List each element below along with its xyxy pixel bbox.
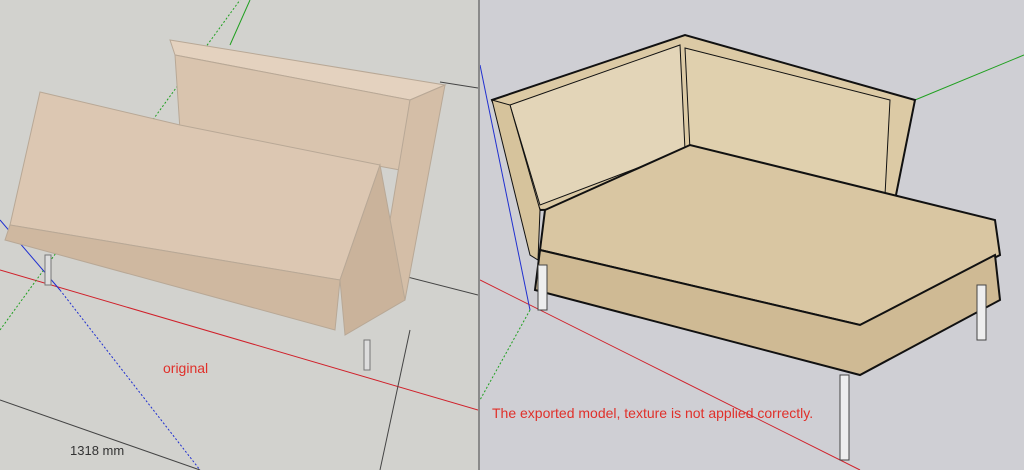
- dimension-label: 1318 mm: [70, 443, 125, 458]
- green-axis: [914, 54, 1024, 101]
- green-axis: [229, 0, 251, 46]
- exported-model-viewport[interactable]: The exported model, texture is not appli…: [480, 0, 1024, 470]
- original-caption: original: [163, 360, 209, 376]
- original-model-viewport[interactable]: original 1318 mm: [0, 0, 478, 470]
- original-sofa-drawing: [0, 0, 478, 470]
- exported-caption: The exported model, texture is not appli…: [492, 405, 814, 421]
- exported-sofa-drawing: [480, 33, 1024, 470]
